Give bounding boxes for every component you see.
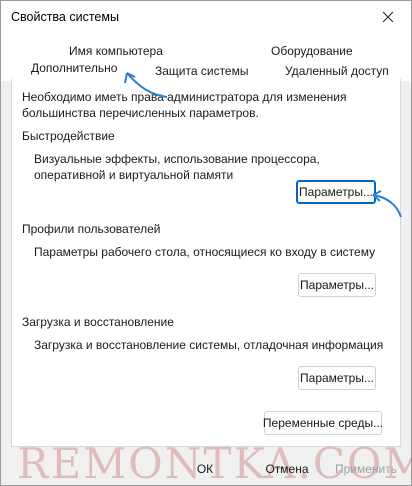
tab-computer-name[interactable]: Имя компьютера — [69, 44, 163, 58]
performance-title: Быстродействие — [22, 129, 115, 143]
title-bar: Свойства системы — [1, 1, 411, 33]
tab-strip: Имя компьютера Оборудование Дополнительн… — [1, 33, 411, 81]
apply-button[interactable]: Применить — [331, 457, 401, 481]
environment-variables-button[interactable]: Переменные среды... — [263, 411, 383, 435]
performance-settings-button[interactable]: Параметры... — [296, 180, 376, 204]
startup-group: Загрузка и восстановление Загрузка и вос… — [22, 315, 392, 353]
window-title: Свойства системы — [11, 10, 119, 24]
tab-remote[interactable]: Удаленный доступ — [285, 64, 389, 78]
startup-title: Загрузка и восстановление — [22, 315, 174, 329]
system-properties-window: Свойства системы Имя компьютера Оборудов… — [0, 0, 412, 486]
startup-description: Загрузка и восстановление системы, отлад… — [34, 338, 384, 352]
profiles-group: Профили пользователей Параметры рабочего… — [22, 222, 392, 260]
advanced-tab-panel: Необходимо иметь права администратора дл… — [11, 79, 401, 447]
performance-group: Быстродействие Визуальные эффекты, испол… — [22, 129, 392, 183]
tab-system-protection[interactable]: Защита системы — [155, 64, 248, 78]
profiles-description: Параметры рабочего стола, относящиеся ко… — [34, 245, 376, 259]
tab-hardware[interactable]: Оборудование — [271, 44, 353, 58]
ok-button[interactable]: ОК — [185, 457, 225, 481]
close-icon — [382, 11, 394, 23]
admin-notice: Необходимо иметь права администратора дл… — [22, 90, 347, 120]
startup-settings-button[interactable]: Параметры... — [298, 366, 376, 390]
tab-advanced[interactable]: Дополнительно — [31, 61, 117, 75]
profiles-settings-button[interactable]: Параметры... — [298, 273, 376, 297]
profiles-title: Профили пользователей — [22, 222, 161, 236]
performance-description: Визуальные эффекты, использование процес… — [34, 152, 320, 182]
close-button[interactable] — [365, 1, 411, 33]
cancel-button[interactable]: Отмена — [257, 457, 317, 481]
